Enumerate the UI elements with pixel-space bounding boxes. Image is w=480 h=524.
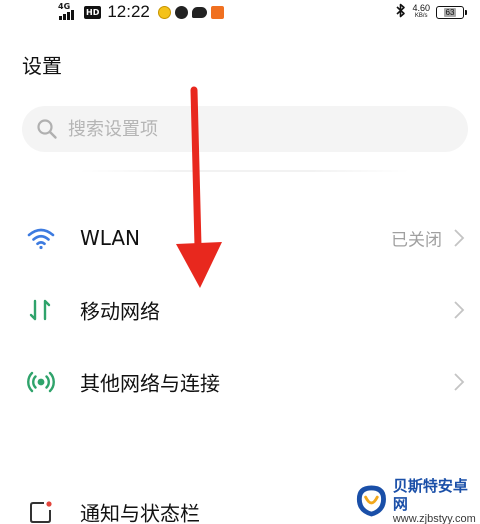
- settings-item-mobile-network[interactable]: 移动网络: [0, 280, 480, 340]
- status-bar: 4G HD 12:22 4.60 KB/s 63: [0, 0, 480, 24]
- settings-item-other-networks[interactable]: 其他网络与连接: [0, 352, 480, 412]
- battery-icon: 63: [436, 5, 467, 19]
- watermark-logo-icon: [356, 485, 386, 517]
- status-time: 12:22: [107, 2, 150, 21]
- mobile-data-icon: [26, 295, 56, 325]
- hd-icon: HD: [84, 5, 102, 19]
- search-icon: [37, 119, 57, 139]
- watermark: 贝斯特安卓网 www.zjbstyy.com: [354, 476, 480, 524]
- search-bar[interactable]: [22, 106, 468, 152]
- page-title: 设置: [22, 54, 62, 78]
- chevron-right-icon: [454, 373, 465, 391]
- settings-item-label: 通知与状态栏: [80, 501, 200, 524]
- settings-item-label: WLAN: [80, 226, 141, 250]
- bluetooth-icon: [396, 3, 406, 22]
- battery-level: 63: [443, 7, 457, 17]
- notification-icon: [26, 497, 56, 524]
- chevron-right-icon: [454, 301, 465, 319]
- chat-bubble-icon: [191, 6, 207, 18]
- watermark-title: 贝斯特安卓网: [392, 476, 468, 513]
- red-arrow-annotation: [176, 86, 222, 288]
- chevron-right-icon: [454, 229, 465, 247]
- settings-item-wlan[interactable]: WLAN 已关闭: [0, 208, 480, 268]
- watermark-url: www.zjbstyy.com: [392, 512, 476, 524]
- wlan-status: 已关闭: [391, 230, 442, 251]
- settings-item-label: 移动网络: [80, 299, 160, 324]
- settings-item-label: 其他网络与连接: [80, 371, 220, 396]
- app-icon: [210, 5, 224, 19]
- wifi-icon: [26, 223, 56, 253]
- compass-icon: [174, 5, 188, 19]
- divider: [80, 170, 410, 172]
- search-input[interactable]: [68, 118, 428, 140]
- signal-icon: 4G: [58, 2, 80, 21]
- network-speed: 4.60 KB/s: [412, 3, 430, 20]
- other-networks-icon: [26, 367, 56, 397]
- app-notification-icon: [157, 5, 171, 19]
